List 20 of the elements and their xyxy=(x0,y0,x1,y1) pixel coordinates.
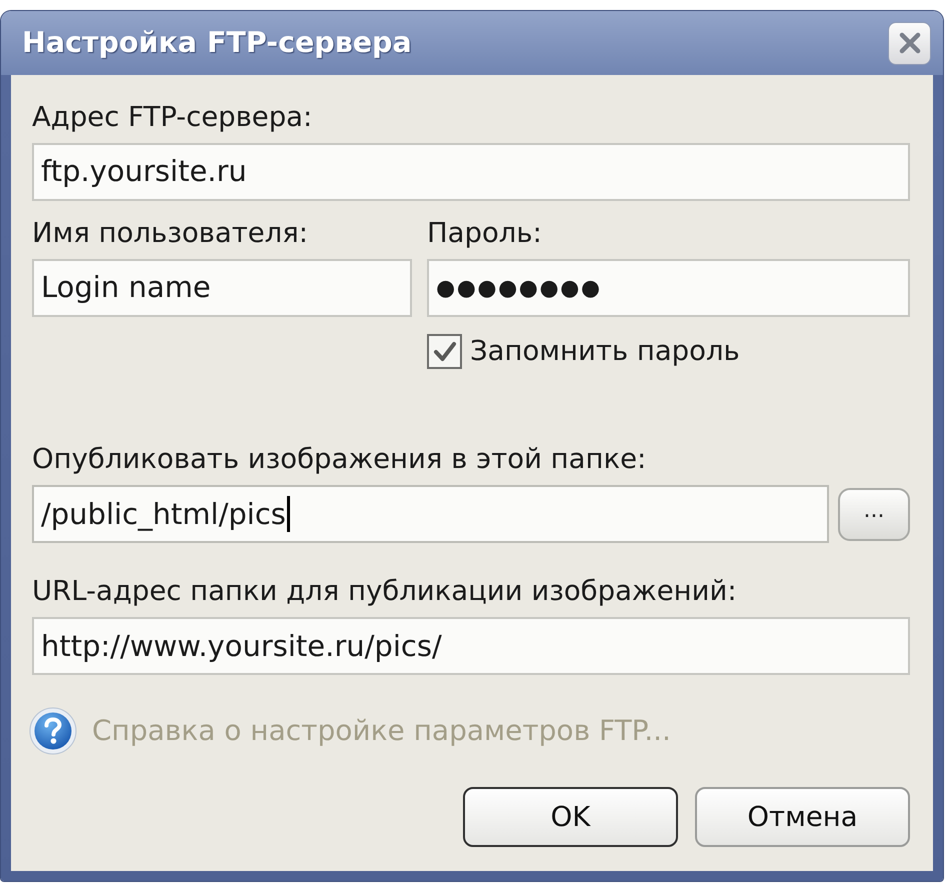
checkbox[interactable] xyxy=(427,334,462,370)
close-icon xyxy=(898,31,922,55)
password-field[interactable]: ●●●●●●●● xyxy=(427,259,910,317)
username-field[interactable]: Login name xyxy=(32,259,412,317)
publish-folder-label: Опубликовать изображения в этой папке: xyxy=(32,443,646,476)
username-label: Имя пользователя: xyxy=(32,217,308,250)
folder-url-field[interactable]: http://www.yoursite.ru/pics/ xyxy=(32,617,910,676)
text-caret-icon xyxy=(286,496,290,532)
folder-url-label: URL-адрес папки для публикации изображений: xyxy=(32,575,737,608)
browse-button[interactable]: ... xyxy=(838,488,910,541)
window-title: Настройка FTP-сервера xyxy=(22,24,412,61)
server-address-label: Адрес FTP-сервера: xyxy=(32,101,312,134)
server-address-field[interactable]: ftp.yoursite.ru xyxy=(32,143,910,201)
password-label: Пароль: xyxy=(427,217,542,250)
remember-password-label[interactable]: Запомнить пароль xyxy=(470,331,740,372)
close-button[interactable] xyxy=(888,22,931,64)
publish-folder-field[interactable]: /public_html/pics xyxy=(32,485,829,544)
help-icon xyxy=(29,707,77,756)
ok-button[interactable]: OK xyxy=(463,787,678,848)
cancel-button[interactable]: Отмена xyxy=(695,787,910,848)
